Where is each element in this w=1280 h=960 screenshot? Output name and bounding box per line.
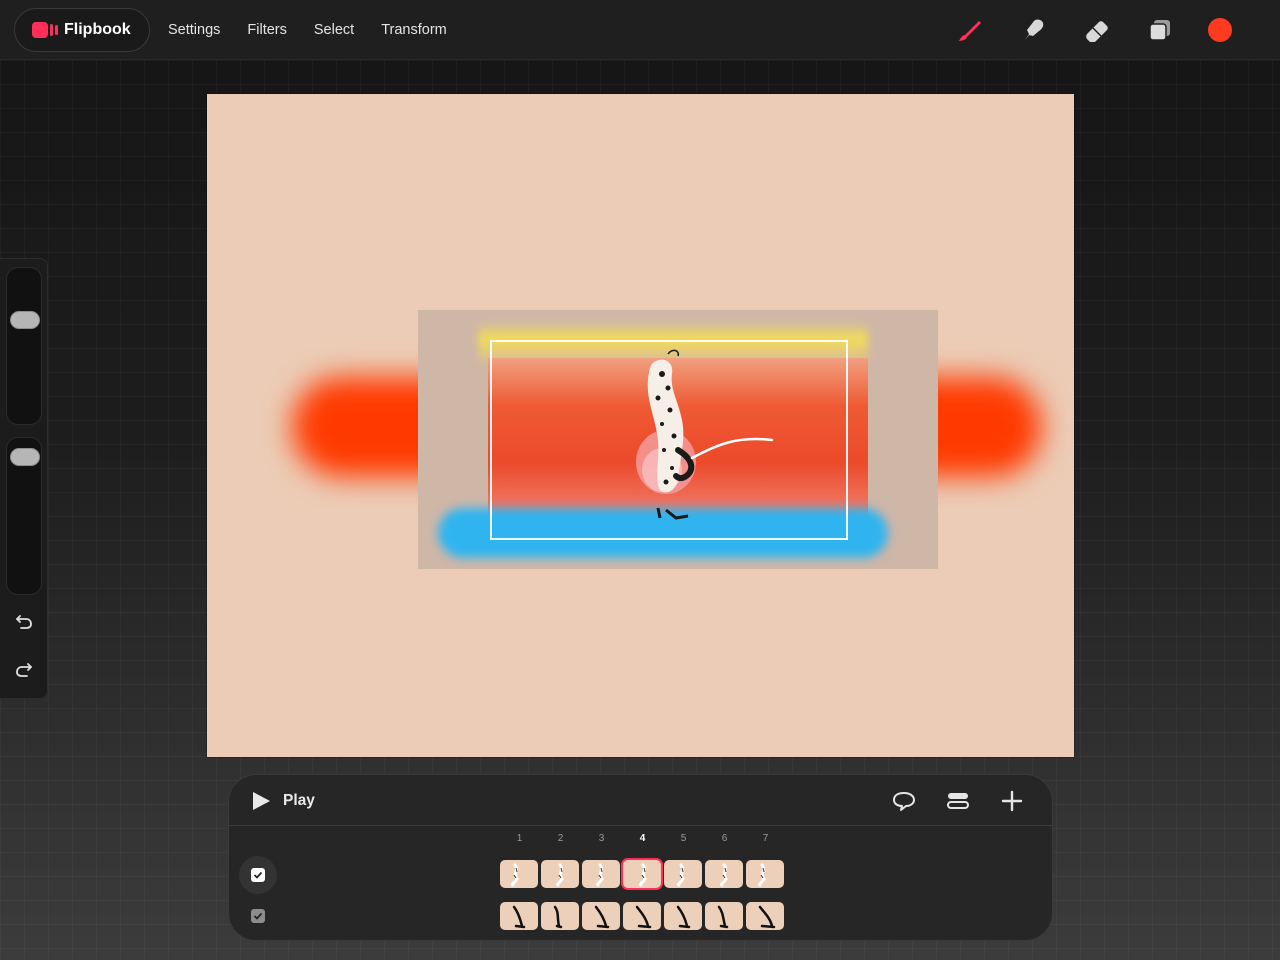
play-button[interactable]: Play <box>251 788 315 814</box>
frame-number-7: 7 <box>762 833 769 844</box>
frame-thumbnail-track-2-frame-2[interactable] <box>541 902 579 930</box>
layers-stack-icon <box>947 793 969 809</box>
frame-thumbnail-track-2-frame-7[interactable] <box>746 902 784 930</box>
add-icon <box>1001 790 1023 812</box>
frame-number-1: 1 <box>516 833 523 844</box>
artwork-image <box>418 310 938 569</box>
add-frame-button[interactable] <box>998 788 1026 814</box>
opacity-handle[interactable] <box>10 447 40 466</box>
frame-number-4: 4 <box>639 833 646 844</box>
undo-icon <box>16 615 32 629</box>
frame-number-3: 3 <box>598 833 605 844</box>
frame-number-2: 2 <box>557 833 564 844</box>
frame-thumbnail-track-1-frame-5[interactable] <box>664 860 702 888</box>
frame-thumbnail-track-2-frame-4[interactable] <box>623 902 661 930</box>
layers-tool-button[interactable] <box>1144 14 1176 46</box>
brush-tool-button[interactable] <box>954 14 986 46</box>
track-1-checkbox <box>251 868 265 882</box>
app-name: Flipbook <box>64 21 131 38</box>
undo-button[interactable] <box>10 608 38 636</box>
play-icon <box>253 792 270 810</box>
checkmark-icon <box>253 871 263 879</box>
eraser-tool-button[interactable] <box>1081 14 1113 46</box>
opacity-slider[interactable] <box>6 437 42 595</box>
frame-thumbnail-track-2-frame-1[interactable] <box>500 902 538 930</box>
loop-button[interactable] <box>890 788 918 814</box>
frame-thumbnail-track-1-frame-2[interactable] <box>541 860 579 888</box>
frame-thumbnail-track-1-frame-7[interactable] <box>746 860 784 888</box>
menu-select[interactable]: Select <box>314 22 354 38</box>
frame-thumbnail-track-2-frame-5[interactable] <box>664 902 702 930</box>
track-2-checkbox <box>251 909 265 923</box>
play-label: Play <box>283 792 315 809</box>
layers-icon <box>1149 20 1170 41</box>
loop-icon <box>893 792 915 811</box>
brush-icon <box>959 21 981 41</box>
menu-transform[interactable]: Transform <box>381 22 447 38</box>
frame-thumbnail-track-1-frame-3[interactable] <box>582 860 620 888</box>
smudge-tool-button[interactable] <box>1017 14 1049 46</box>
redo-icon <box>16 663 32 677</box>
color-picker-button[interactable] <box>1208 18 1232 42</box>
brush-size-handle[interactable] <box>10 311 40 330</box>
frame-number-6: 6 <box>721 833 728 844</box>
checkmark-icon <box>253 912 263 920</box>
frame-thumbnail-track-1-frame-6[interactable] <box>705 860 743 888</box>
top-bar: Flipbook Settings Filters Select Transfo… <box>0 0 1280 60</box>
menu-filters[interactable]: Filters <box>247 22 286 38</box>
app-brand-button[interactable]: Flipbook <box>14 8 150 52</box>
timeline-panel: Play 1 2 3 4 5 6 7 <box>228 774 1053 941</box>
track-1-visibility-toggle[interactable] <box>239 856 277 894</box>
left-sidebar <box>0 258 48 699</box>
frame-thumbnail-track-2-frame-3[interactable] <box>582 902 620 930</box>
redo-button[interactable] <box>10 656 38 684</box>
track-2-visibility-toggle[interactable] <box>249 907 267 925</box>
frame-thumbnail-track-1-frame-4[interactable] <box>623 860 661 888</box>
dancer-figure-illustration <box>636 349 774 520</box>
brush-size-slider[interactable] <box>6 267 42 425</box>
drawing-canvas[interactable] <box>207 94 1074 757</box>
eraser-icon <box>1086 21 1108 42</box>
frame-thumbnail-track-1-frame-1[interactable] <box>500 860 538 888</box>
frame-number-5: 5 <box>680 833 687 844</box>
frame-thumbnail-track-2-frame-6[interactable] <box>705 902 743 930</box>
main-menu: Settings Filters Select Transform <box>168 0 474 60</box>
smudge-icon <box>1025 19 1044 40</box>
menu-settings[interactable]: Settings <box>168 22 220 38</box>
timeline-header: Play <box>229 775 1052 826</box>
flipbook-logo-icon <box>32 22 58 38</box>
layers-stack-button[interactable] <box>944 788 972 814</box>
